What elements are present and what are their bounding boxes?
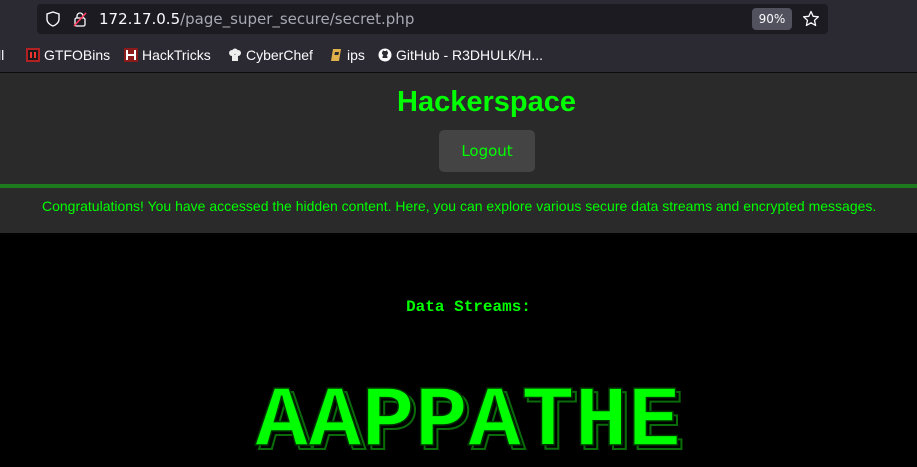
gtfobins-icon [26, 48, 40, 62]
bookmark-label: CyberChef [246, 47, 313, 63]
bookmark-ips[interactable]: ips [329, 46, 365, 64]
bookmark-label: GTFOBins [44, 47, 111, 63]
ascii-art-text: AAPPATHE [255, 377, 681, 457]
bookmark-star-icon[interactable] [802, 10, 820, 28]
url-text[interactable]: 172.17.0.5/page_super_secure/secret.php [99, 10, 414, 28]
message-banner: Congratulations! You have accessed the h… [0, 188, 917, 233]
bookmark-github[interactable]: GitHub - R3DHULK/H... [378, 46, 543, 64]
data-streams-heading: Data Streams: [406, 298, 531, 316]
cyberchef-icon [229, 48, 241, 61]
bookmark-partial[interactable]: ll [0, 46, 4, 64]
bookmark-gtfobins[interactable]: GTFOBins [26, 46, 110, 64]
bookmark-label: HackTricks [142, 47, 211, 63]
address-bar[interactable]: 172.17.0.5/page_super_secure/secret.php … [37, 4, 828, 34]
bookmark-label: GitHub - R3DHULK/H... [396, 47, 544, 63]
site-header: Hackerspace Logout [0, 73, 917, 184]
bookmarks-toolbar: ll GTFOBins HackTricks CyberChef ips Git… [0, 38, 917, 73]
url-path: /page_super_secure/secret.php [180, 10, 415, 28]
github-icon [378, 48, 392, 62]
insecure-lock-icon[interactable] [73, 11, 87, 27]
shield-icon[interactable] [45, 11, 61, 27]
bookmark-cyberchef[interactable]: CyberChef [228, 46, 313, 64]
bookmark-label: ll [0, 47, 5, 63]
ips-icon [331, 49, 341, 61]
bookmark-hacktricks[interactable]: HackTricks [124, 46, 211, 64]
url-host: 172.17.0.5 [99, 10, 181, 28]
logout-button[interactable]: Logout [439, 130, 535, 172]
ascii-art-banner: AAPPATHE AAPPATHE [254, 377, 684, 457]
browser-toolbar: 172.17.0.5/page_super_secure/secret.php … [0, 0, 917, 38]
congratulations-message: Congratulations! You have accessed the h… [42, 198, 877, 214]
site-title: Hackerspace [397, 86, 576, 118]
zoom-level-button[interactable]: 90% [752, 8, 792, 30]
bookmark-label: ips [347, 47, 365, 63]
hacktricks-icon [124, 48, 138, 62]
